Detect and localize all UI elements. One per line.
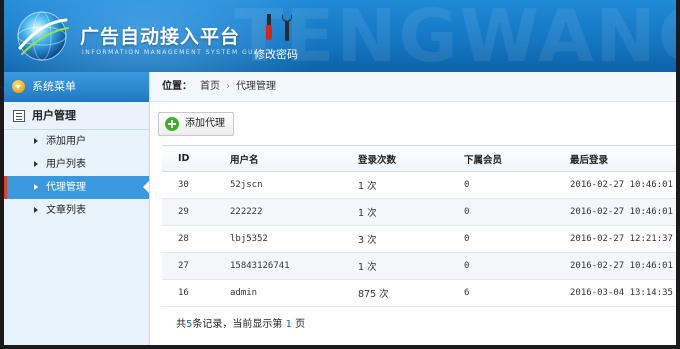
cell-logins: 1 次: [342, 171, 448, 199]
user-management-group[interactable]: 用户管理: [4, 102, 149, 130]
column-header-members[interactable]: 下属会员: [448, 145, 554, 172]
cell-logins: 875 次: [342, 279, 448, 307]
cell-username: 222222: [214, 198, 342, 226]
column-header-id[interactable]: ID: [162, 145, 214, 172]
app-title: 广告自动接入平台: [80, 26, 241, 48]
table-row[interactable]: 29 222222 1 次 0 2016-02-27 10:46:01: [162, 198, 676, 226]
tools-icon[interactable]: [261, 12, 295, 44]
cell-members: 6: [448, 279, 554, 307]
cell-username: 52jscn: [214, 171, 342, 199]
cell-members: 0: [448, 171, 554, 199]
arrow-right-icon: [34, 184, 38, 190]
cell-last-login: 2016-02-27 10:46:01: [554, 171, 676, 199]
arrow-right-icon: [34, 161, 38, 167]
sidebar-item-article-list[interactable]: 文章列表: [4, 199, 149, 222]
sidebar-item-label: 用户列表: [46, 159, 86, 170]
column-header-last-login[interactable]: 最后登录: [554, 145, 676, 172]
cell-members: 0: [448, 225, 554, 253]
header: TENGWANGLUO 广告自动接入平台 INFORMATION MANAGEM…: [4, 0, 676, 72]
cell-members: 0: [448, 252, 554, 280]
system-menu-label: 系统菜单: [32, 80, 76, 93]
cell-id: 29: [162, 198, 214, 226]
sidebar-item-label: 添加用户: [46, 136, 86, 147]
add-agent-button[interactable]: 添加代理: [158, 112, 234, 136]
cell-username: lbj5352: [214, 225, 342, 253]
cell-id: 28: [162, 225, 214, 253]
cell-logins: 1 次: [342, 252, 448, 280]
arrow-right-icon: [34, 138, 38, 144]
cell-last-login: 2016-02-27 12:21:37: [554, 225, 676, 253]
pager-text-a: 共: [176, 319, 186, 330]
sidebar-item-add-user[interactable]: 添加用户: [4, 130, 149, 153]
cell-username: 15843126741: [214, 252, 342, 280]
app-frame: TENGWANGLUO 广告自动接入平台 INFORMATION MANAGEM…: [4, 0, 676, 345]
table-row[interactable]: 30 52jscn 1 次 0 2016-02-27 10:46:01: [162, 171, 676, 199]
breadcrumb-home[interactable]: 首页: [200, 81, 220, 92]
app-subtitle: INFORMATION MANAGEMENT SYSTEM GUI: [82, 49, 258, 56]
table-row[interactable]: 16 admin 875 次 6 2016-03-04 13:14:35: [162, 279, 676, 307]
agent-table: ID 用户名 登录次数 下属会员 最后登录 30 52jscn 1 次 0 20…: [162, 145, 676, 307]
pager-page[interactable]: 1: [286, 319, 292, 330]
main-content: 位置： 首页 › 代理管理 添加代理 ID 用户名 登录次数 下属会员 最后登录 30…: [150, 72, 676, 345]
sidebar-item-agent-management[interactable]: 代理管理: [4, 176, 149, 199]
cell-id: 16: [162, 279, 214, 307]
cell-logins: 1 次: [342, 198, 448, 226]
breadcrumb-prefix: 位置：: [162, 81, 192, 92]
system-menu-header[interactable]: 系统菜单: [4, 72, 149, 102]
cell-username: admin: [214, 279, 342, 307]
breadcrumb-separator: ›: [226, 81, 230, 92]
sidebar-item-label: 代理管理: [46, 182, 86, 193]
cell-id: 30: [162, 171, 214, 199]
cell-id: 27: [162, 252, 214, 280]
globe-logo-icon: [17, 11, 69, 61]
cell-last-login: 2016-02-27 10:46:01: [554, 252, 676, 280]
sidebar-item-user-list[interactable]: 用户列表: [4, 153, 149, 176]
table-header-row: ID 用户名 登录次数 下属会员 最后登录: [162, 145, 676, 172]
chevron-down-icon: [12, 80, 25, 93]
table-row[interactable]: 28 lbj5352 3 次 0 2016-02-27 12:21:37: [162, 225, 676, 253]
sidebar: 系统菜单 用户管理 添加用户 用户列表 代理管理 文章列表: [4, 72, 150, 345]
table-row[interactable]: 27 15843126741 1 次 0 2016-02-27 10:46:01: [162, 252, 676, 280]
arrow-right-icon: [34, 207, 38, 213]
column-header-username[interactable]: 用户名: [214, 145, 342, 172]
add-agent-label: 添加代理: [185, 118, 225, 129]
cell-members: 0: [448, 198, 554, 226]
cell-logins: 3 次: [342, 225, 448, 253]
cell-last-login: 2016-02-27 10:46:01: [554, 198, 676, 226]
group-label: 用户管理: [32, 109, 76, 122]
breadcrumb: 位置： 首页 › 代理管理: [150, 72, 676, 102]
list-icon: [13, 110, 25, 122]
pager-text-c: 页: [295, 319, 306, 330]
plus-icon: [165, 117, 179, 131]
breadcrumb-current: 代理管理: [236, 81, 276, 92]
column-header-logins[interactable]: 登录次数: [342, 145, 448, 172]
pagination-info: 共5条记录，当前显示第 1 页: [176, 315, 305, 330]
header-watermark: TENGWANGLUO: [234, 0, 676, 72]
pager-text-b: 条记录，当前显示第: [192, 319, 283, 330]
cell-last-login: 2016-03-04 13:14:35: [554, 279, 676, 307]
change-password-link[interactable]: 修改密码: [254, 46, 298, 62]
sidebar-item-label: 文章列表: [46, 205, 86, 216]
